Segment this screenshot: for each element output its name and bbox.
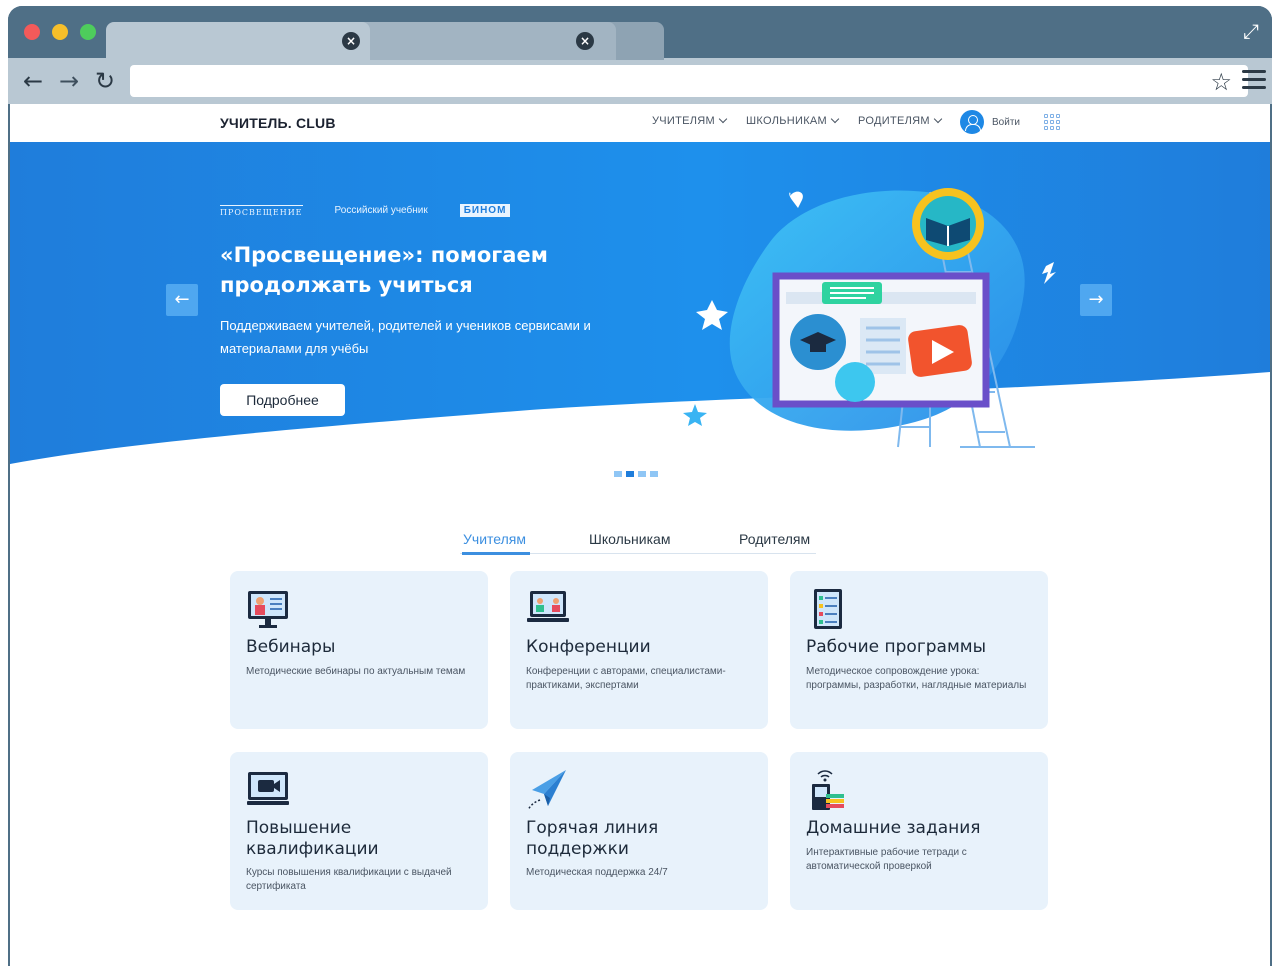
- address-bar[interactable]: [130, 65, 1248, 97]
- reload-icon[interactable]: ↻: [92, 67, 118, 95]
- nav-item-parents[interactable]: РОДИТЕЛЯМ: [858, 114, 943, 127]
- hero-subtitle: Поддерживаем учителей, родителей и учени…: [220, 318, 591, 356]
- site-header: УЧИТЕЛЬ. CLUB УЧИТЕЛЯМ ШКОЛЬНИКАМ РОДИТЕ…: [10, 104, 1270, 142]
- card-description: Курсы повышения квалификации с выдачей с…: [246, 867, 452, 892]
- slider-prev-arrow-icon[interactable]: ←: [166, 284, 198, 316]
- top-navigation: УЧИТЕЛЯМ ШКОЛЬНИКАМ РОДИТЕЛЯМ: [652, 114, 943, 127]
- browser-tab[interactable]: ×: [348, 22, 616, 60]
- nav-item-label: УЧИТЕЛЯМ: [652, 115, 716, 127]
- card-description: Методические вебинары по актуальным тема…: [246, 666, 466, 677]
- slider-dot[interactable]: [638, 471, 646, 477]
- tab-close-icon[interactable]: ×: [342, 32, 360, 50]
- tab-students[interactable]: Школьникам: [589, 531, 670, 547]
- maximize-window-button[interactable]: [80, 24, 96, 40]
- page-viewport: УЧИТЕЛЬ. CLUB УЧИТЕЛЯМ ШКОЛЬНИКАМ РОДИТЕ…: [10, 104, 1270, 966]
- browser-window: × × ⤢ ← → ↻ ☆ УЧИТЕЛЬ. CLUB УЧИТЕЛЯМ ШКО…: [8, 6, 1272, 966]
- card-work-programs[interactable]: Рабочие программы Методическое сопровожд…: [790, 571, 1048, 729]
- tab-teachers[interactable]: Учителям: [463, 531, 526, 547]
- card-title: Конференции: [526, 637, 651, 657]
- slider-dot-active[interactable]: [626, 471, 634, 477]
- active-tab-indicator: [462, 552, 530, 555]
- fullscreen-icon[interactable]: ⤢: [1240, 20, 1262, 42]
- browser-tab-bar: × × ⤢: [8, 6, 1272, 60]
- chevron-down-icon: [830, 114, 840, 124]
- card-homework[interactable]: Домашние задания Интерактивные рабочие т…: [790, 752, 1048, 910]
- card-title: Рабочие программы: [806, 637, 987, 657]
- card-hotline[interactable]: Горячая линия поддержки Методическая под…: [510, 752, 768, 910]
- card-title: Домашние задания: [806, 818, 981, 838]
- hero-banner: ПРОСВЕЩЕНИЕ Российский учебник БИНОМ «Пр…: [10, 142, 1270, 477]
- partner-logo-binom: БИНОМ: [459, 204, 511, 217]
- browser-toolbar: ← → ↻ ☆: [8, 58, 1272, 104]
- site-logo[interactable]: УЧИТЕЛЬ. CLUB: [220, 115, 336, 131]
- partner-logo-russian-textbook: Российский учебник: [334, 205, 428, 216]
- chevron-down-icon: [718, 114, 728, 124]
- card-description: Методическое сопровождение урока: програ…: [806, 666, 1027, 691]
- more-details-button[interactable]: Подробнее: [220, 384, 345, 416]
- partner-logos: ПРОСВЕЩЕНИЕ Российский учебник БИНОМ: [220, 204, 511, 217]
- tab-close-icon[interactable]: ×: [576, 32, 594, 50]
- hero-title: «Просвещение»: помогаем продолжать учить…: [220, 243, 548, 297]
- login-label: Войти: [992, 116, 1020, 128]
- slider-dots: [614, 471, 658, 477]
- nav-item-students[interactable]: ШКОЛЬНИКАМ: [746, 114, 840, 127]
- card-description: Конференции с авторами, специалистами-пр…: [526, 666, 726, 691]
- card-qualification[interactable]: Повышение квалификации Курсы повышения к…: [230, 752, 488, 910]
- slider-next-arrow-icon[interactable]: →: [1080, 284, 1112, 316]
- card-description: Интерактивные рабочие тетради с автомати…: [806, 847, 967, 872]
- slider-dot[interactable]: [650, 471, 658, 477]
- browser-menu-icon[interactable]: [1242, 70, 1266, 90]
- user-icon: [960, 110, 984, 134]
- webinar-icon: [248, 591, 288, 628]
- partner-logo-prosveshchenie: ПРОСВЕЩЕНИЕ: [220, 204, 303, 217]
- video-screen-icon: [247, 772, 289, 805]
- card-title: Повышение квалификации: [246, 818, 379, 859]
- back-arrow-icon[interactable]: ←: [20, 67, 46, 95]
- close-window-button[interactable]: [24, 24, 40, 40]
- card-webinars[interactable]: Вебинары Методические вебинары по актуал…: [230, 571, 488, 729]
- forward-arrow-icon[interactable]: →: [56, 67, 82, 95]
- nav-item-label: ШКОЛЬНИКАМ: [746, 115, 828, 127]
- audience-tabs: Учителям Школьникам Родителям: [460, 528, 816, 555]
- paper-plane-icon: [527, 770, 566, 811]
- conference-icon: [527, 591, 569, 622]
- bookmark-star-icon[interactable]: ☆: [1210, 68, 1232, 96]
- tab-parents[interactable]: Родителям: [739, 531, 810, 547]
- card-conferences[interactable]: Конференции Конференции с авторами, спец…: [510, 571, 768, 729]
- programs-icon: [814, 589, 842, 629]
- card-description: Методическая поддержка 24/7: [526, 867, 668, 878]
- card-title: Вебинары: [246, 637, 336, 657]
- minimize-window-button[interactable]: [52, 24, 68, 40]
- apps-grid-icon[interactable]: [1044, 114, 1060, 130]
- chevron-down-icon: [933, 114, 943, 124]
- homework-icon: [812, 770, 844, 810]
- browser-tab-active[interactable]: ×: [106, 22, 370, 60]
- card-title: Горячая линия поддержки: [526, 818, 659, 859]
- nav-item-teachers[interactable]: УЧИТЕЛЯМ: [652, 114, 728, 127]
- nav-item-label: РОДИТЕЛЯМ: [858, 115, 930, 127]
- slider-dot[interactable]: [614, 471, 622, 477]
- login-button[interactable]: Войти: [960, 110, 1020, 134]
